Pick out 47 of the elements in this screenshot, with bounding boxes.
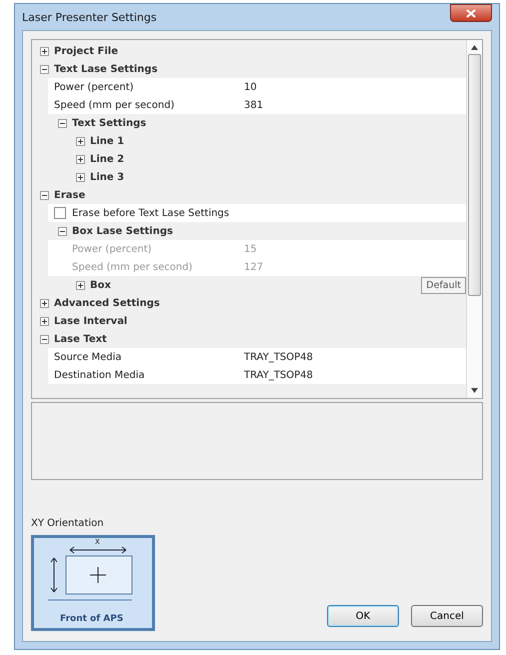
expander-icon[interactable]: [40, 316, 49, 326]
category-label[interactable]: Lase Interval: [54, 316, 128, 326]
close-icon: [466, 8, 476, 18]
default-button[interactable]: Default: [421, 276, 466, 294]
cancel-button[interactable]: Cancel: [411, 605, 483, 627]
category-label[interactable]: Box Lase Settings: [72, 226, 173, 236]
property-name: Source Media: [53, 352, 123, 362]
category-label[interactable]: Erase: [54, 190, 86, 200]
category-label[interactable]: Line 3: [90, 172, 124, 182]
expander-icon[interactable]: [58, 118, 67, 128]
expander-icon[interactable]: [40, 334, 49, 344]
checkbox[interactable]: [54, 207, 66, 219]
property-value[interactable]: 10: [244, 82, 257, 92]
category-label[interactable]: Text Settings: [72, 118, 146, 128]
scrollbar[interactable]: [466, 40, 482, 398]
property-name: Power (percent): [53, 82, 135, 92]
expander-icon[interactable]: [40, 190, 49, 200]
category-label[interactable]: Text Lase Settings: [54, 64, 158, 74]
category-label[interactable]: Project File: [54, 46, 118, 56]
close-button[interactable]: [450, 4, 492, 22]
scroll-up-icon[interactable]: [471, 45, 478, 50]
property-name: Power (percent): [71, 244, 153, 254]
expander-icon[interactable]: [40, 46, 49, 56]
scroll-down-icon[interactable]: [471, 388, 478, 393]
category-label[interactable]: Line 1: [90, 136, 124, 146]
expander-icon[interactable]: [40, 64, 49, 74]
expander-icon[interactable]: [76, 172, 85, 182]
property-name: Destination Media: [53, 370, 146, 380]
category-label[interactable]: Lase Text: [54, 334, 107, 344]
expander-icon[interactable]: [76, 136, 85, 146]
front-label: Front of APS: [60, 614, 124, 624]
expander-icon[interactable]: [76, 280, 85, 290]
property-value[interactable]: TRAY_TSOP48: [244, 352, 313, 362]
expander-icon[interactable]: [40, 298, 49, 308]
category-label[interactable]: Line 2: [90, 154, 124, 164]
category-label[interactable]: Advanced Settings: [54, 298, 160, 308]
category-label[interactable]: Box: [90, 280, 111, 290]
property-value[interactable]: TRAY_TSOP48: [244, 370, 313, 380]
window-title: Laser Presenter Settings: [22, 10, 157, 24]
property-name: Speed (mm per second): [71, 262, 194, 272]
ok-button[interactable]: OK: [327, 605, 399, 627]
property-name: Speed (mm per second): [53, 100, 176, 110]
expander-icon[interactable]: [58, 226, 67, 236]
scrollbar-thumb[interactable]: [468, 54, 481, 296]
expander-icon[interactable]: [76, 154, 85, 164]
property-value[interactable]: 381: [244, 100, 264, 110]
orientation-label: XY Orientation: [31, 518, 105, 529]
